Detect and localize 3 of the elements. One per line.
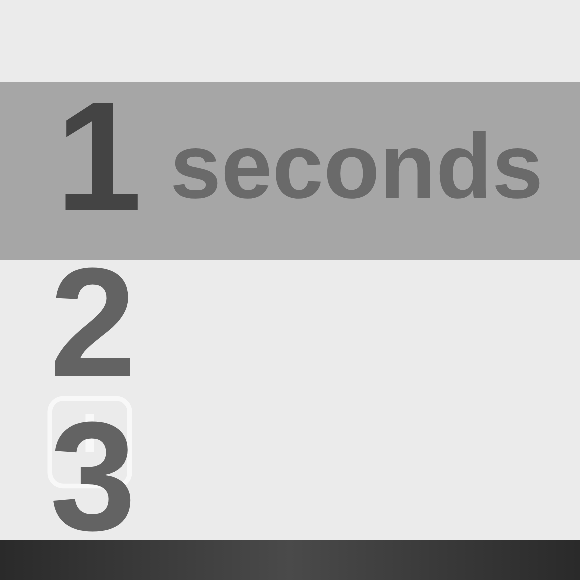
- selected-row[interactable]: 1 seconds: [0, 82, 580, 260]
- unit-label: seconds: [170, 121, 544, 213]
- picker-value[interactable]: 3: [50, 415, 136, 539]
